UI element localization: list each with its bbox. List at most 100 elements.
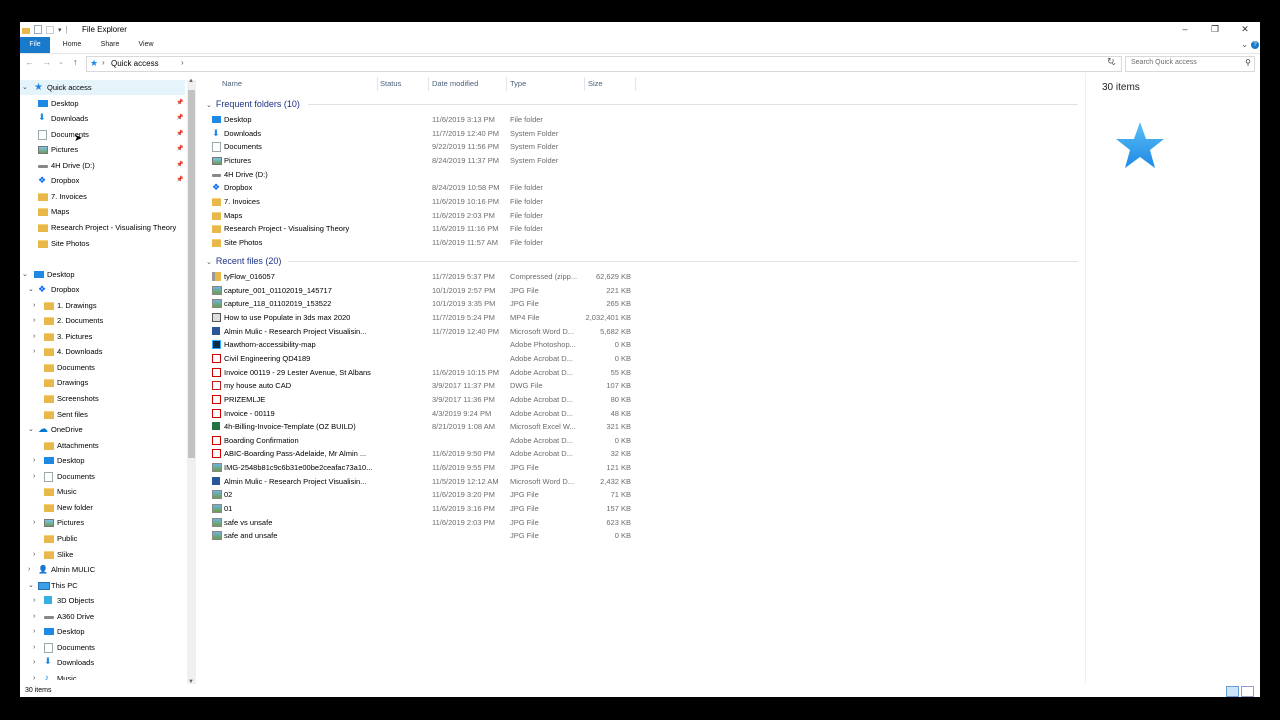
expand-chevron-icon[interactable]: ⌄ — [28, 282, 34, 297]
collapse-chevron-icon[interactable]: › — [33, 624, 35, 639]
column-divider[interactable] — [506, 77, 507, 91]
collapse-group-chevron-icon[interactable]: ⌄ — [206, 259, 212, 266]
expand-chevron-icon[interactable]: ⌄ — [22, 80, 28, 95]
collapse-chevron-icon[interactable]: › — [33, 640, 35, 655]
file-row[interactable]: Hawthorn-accessibility-map Adobe Photosho… — [210, 338, 640, 352]
scrollbar-thumb[interactable] — [188, 90, 195, 458]
nav-item[interactable]: ❖ Dropbox 📌 — [20, 173, 185, 188]
nav-item[interactable]: Documents — [20, 360, 185, 375]
column-divider[interactable] — [635, 77, 636, 91]
tab-view[interactable]: View — [134, 37, 158, 53]
column-header-status[interactable]: Status — [380, 77, 401, 91]
nav-item[interactable]: › Slike — [20, 547, 185, 562]
collapse-chevron-icon[interactable]: › — [33, 515, 35, 530]
collapse-chevron-icon[interactable]: › — [33, 655, 35, 670]
collapse-chevron-icon[interactable]: › — [33, 344, 35, 359]
search-input[interactable]: Search Quick access ⚲ — [1125, 56, 1255, 72]
nav-item[interactable]: Public — [20, 531, 185, 546]
back-arrow-icon[interactable]: ← — [25, 57, 34, 67]
file-row[interactable]: Pictures 8/24/2019 11:37 PM System Folder — [210, 154, 640, 168]
nav-item[interactable]: Attachments — [20, 438, 185, 453]
collapse-chevron-icon[interactable]: › — [33, 469, 35, 484]
nav-item[interactable]: 4H Drive (D:) 📌 — [20, 158, 185, 173]
nav-item[interactable]: Research Project - Visualising Theory — [20, 220, 185, 235]
nav-item[interactable]: › Pictures — [20, 515, 185, 530]
breadcrumb-chevron-icon[interactable]: › — [102, 58, 105, 67]
tab-share[interactable]: Share — [96, 37, 124, 53]
file-row[interactable]: ⬇ Downloads 11/7/2019 12:40 PM System Folde… — [210, 127, 640, 141]
nav-item[interactable]: Pictures 📌 — [20, 142, 185, 157]
file-row[interactable]: How to use Populate in 3ds max 2020 11/7/… — [210, 311, 640, 325]
nav-item[interactable]: › A360 Drive — [20, 609, 185, 624]
properties-icon[interactable] — [34, 25, 42, 34]
collapse-chevron-icon[interactable]: › — [33, 329, 35, 344]
nav-item[interactable]: › Desktop — [20, 624, 185, 639]
nav-item[interactable]: › 👤 Almin MULIC — [20, 562, 185, 577]
file-row[interactable]: safe vs unsafe 11/6/2019 2:03 PM JPG File 6… — [210, 516, 640, 530]
collapse-chevron-icon[interactable]: › — [33, 313, 35, 328]
nav-item[interactable]: Screenshots — [20, 391, 185, 406]
customize-toolbar-chevron-icon[interactable]: ▾ — [58, 26, 62, 34]
recent-locations-chevron-icon[interactable]: ⌄ — [58, 58, 64, 66]
breadcrumb-chevron-icon[interactable]: › — [181, 58, 184, 67]
nav-item[interactable]: ⌄ Desktop — [20, 267, 185, 282]
file-row[interactable]: 01 11/6/2019 3:16 PM JPG File 157 KB — [210, 502, 640, 516]
column-divider[interactable] — [428, 77, 429, 91]
file-row[interactable]: 4h-Billing-Invoice-Template (OZ BUILD) 8/… — [210, 420, 640, 434]
file-row[interactable]: Almin Mulic - Research Project Visualisi… — [210, 475, 640, 489]
file-row[interactable]: tyFlow_016057 11/7/2019 5:37 PM Compressed… — [210, 270, 640, 284]
group-header-frequent[interactable]: ⌄ Frequent folders (10) — [206, 97, 300, 111]
nav-item[interactable]: › 1. Drawings — [20, 298, 185, 313]
file-row[interactable]: capture_001_01102019_145717 10/1/2019 2:5… — [210, 284, 640, 298]
nav-item[interactable]: › ⬇ Downloads — [20, 655, 185, 670]
refresh-icon[interactable]: ↻ — [1107, 56, 1115, 67]
nav-item[interactable]: New folder — [20, 500, 185, 515]
nav-item[interactable]: Music — [20, 484, 185, 499]
column-header-date-modified[interactable]: Date modified — [432, 77, 478, 91]
nav-item[interactable]: ⌄ This PC — [20, 578, 185, 593]
file-row[interactable]: Research Project - Visualising Theory 11/… — [210, 222, 640, 236]
nav-item[interactable]: ⌄ ☁ OneDrive — [20, 422, 185, 437]
column-header-name[interactable]: Name — [222, 77, 242, 91]
nav-item[interactable]: 7. Invoices — [20, 189, 185, 204]
column-header-size[interactable]: Size — [588, 77, 603, 91]
column-divider[interactable] — [584, 77, 585, 91]
collapse-chevron-icon[interactable]: › — [33, 453, 35, 468]
nav-item[interactable]: ⌄ ❖ Dropbox — [20, 282, 185, 297]
nav-item[interactable]: Site Photos — [20, 236, 185, 251]
minimize-button[interactable]: – — [1170, 22, 1200, 37]
new-folder-icon[interactable] — [46, 25, 54, 34]
file-row[interactable]: my house auto CAD 3/9/2017 11:37 PM DWG Fi… — [210, 379, 640, 393]
expand-chevron-icon[interactable]: ⌄ — [28, 422, 34, 437]
large-icons-view-button[interactable] — [1241, 686, 1254, 697]
file-row[interactable]: Boarding Confirmation Adobe Acrobat D... 0… — [210, 434, 640, 448]
tab-home[interactable]: Home — [58, 37, 86, 53]
file-row[interactable]: Documents 9/22/2019 11:56 PM System Folder — [210, 140, 640, 154]
file-row[interactable]: 7. Invoices 11/6/2019 10:16 PM File folder — [210, 195, 640, 209]
nav-item[interactable]: › 2. Documents — [20, 313, 185, 328]
file-row[interactable]: ABIC-Boarding Pass-Adelaide, Mr Almin ..… — [210, 447, 640, 461]
column-header-type[interactable]: Type — [510, 77, 526, 91]
nav-item[interactable]: › ♪ Music — [20, 671, 185, 680]
address-box[interactable]: ★ › Quick access › ⌄ — [86, 56, 1122, 72]
file-row[interactable]: PRIZEMLJE 3/9/2017 11:36 PM Adobe Acrobat … — [210, 393, 640, 407]
breadcrumb-quick-access[interactable]: Quick access — [111, 59, 159, 68]
help-icon[interactable]: ? — [1251, 41, 1259, 49]
scroll-up-icon[interactable]: ▲ — [188, 78, 194, 84]
up-arrow-icon[interactable]: ↑ — [73, 57, 78, 67]
collapse-chevron-icon[interactable]: › — [28, 562, 30, 577]
file-row[interactable]: ❖ Dropbox 8/24/2019 10:58 PM File folder — [210, 181, 640, 195]
file-row[interactable]: Almin Mulic - Research Project Visualisi… — [210, 325, 640, 339]
file-row[interactable]: Desktop 11/6/2019 3:13 PM File folder — [210, 113, 640, 127]
file-row[interactable]: Maps 11/6/2019 2:03 PM File folder — [210, 209, 640, 223]
collapse-group-chevron-icon[interactable]: ⌄ — [206, 102, 212, 109]
file-row[interactable]: IMG-2548b81c9c6b31e00be2ceafac73a10... 11… — [210, 461, 640, 475]
nav-item[interactable]: Sent files — [20, 407, 185, 422]
expand-chevron-icon[interactable]: ⌄ — [22, 267, 28, 282]
file-row[interactable]: Site Photos 11/6/2019 11:57 AM File folder — [210, 236, 640, 250]
nav-scrollbar[interactable]: ▲ ▼ — [187, 78, 196, 685]
nav-item[interactable]: Documents 📌 — [20, 127, 185, 142]
file-row[interactable]: capture_118_01102019_153522 10/1/2019 3:3… — [210, 297, 640, 311]
collapse-chevron-icon[interactable]: › — [33, 671, 35, 680]
collapse-chevron-icon[interactable]: › — [33, 298, 35, 313]
